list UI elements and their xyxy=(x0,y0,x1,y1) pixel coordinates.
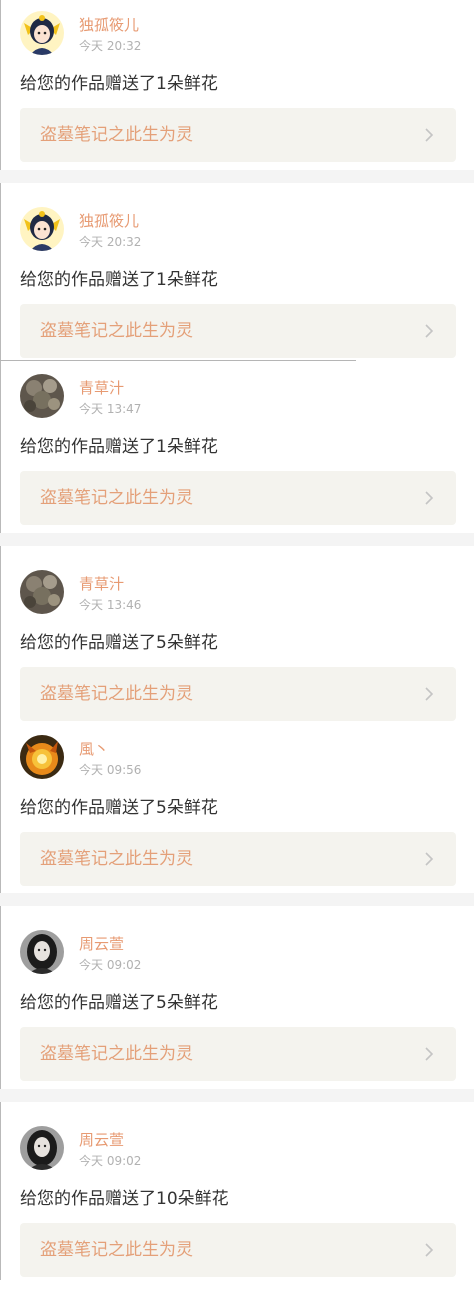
timestamp: 今天 20:32 xyxy=(79,235,142,249)
work-link-card[interactable]: 盗墓笔记之此生为灵 xyxy=(20,1027,456,1081)
work-title: 盗墓笔记之此生为灵 xyxy=(40,1044,193,1064)
notification-item: 周云萱 今天 09:02 给您的作品赠送了5朵鲜花 盗墓笔记之此生为灵 xyxy=(0,925,474,1105)
dark-girl-photo-avatar-icon xyxy=(20,1126,64,1170)
flower-photo-avatar-icon xyxy=(20,374,64,418)
timestamp: 今天 20:32 xyxy=(79,39,142,53)
chevron-right-icon xyxy=(425,687,434,701)
timestamp: 今天 13:46 xyxy=(79,598,142,612)
notification-item: 青草汁 今天 13:47 给您的作品赠送了1朵鲜花 盗墓笔记之此生为灵 xyxy=(0,369,474,549)
gift-message: 给您的作品赠送了1朵鲜花 xyxy=(20,437,218,457)
work-title: 盗墓笔记之此生为灵 xyxy=(40,1240,193,1260)
notification-item: 独孤筱儿 今天 20:32 给您的作品赠送了1朵鲜花 盗墓笔记之此生为灵 xyxy=(0,6,474,186)
username[interactable]: 風丶 xyxy=(79,739,109,759)
work-link-card[interactable]: 盗墓笔记之此生为灵 xyxy=(20,667,456,721)
dark-girl-photo-avatar-icon xyxy=(20,930,64,974)
username[interactable]: 周云萱 xyxy=(79,934,124,954)
chevron-right-icon xyxy=(425,491,434,505)
work-link-card[interactable]: 盗墓笔记之此生为灵 xyxy=(20,1223,456,1277)
avatar[interactable] xyxy=(20,735,64,779)
timestamp: 今天 09:02 xyxy=(79,1154,142,1168)
work-link-card[interactable]: 盗墓笔记之此生为灵 xyxy=(20,832,456,886)
flower-photo-avatar-icon xyxy=(20,570,64,614)
avatar[interactable] xyxy=(20,207,64,251)
avatar[interactable] xyxy=(20,930,64,974)
gift-message: 给您的作品赠送了5朵鲜花 xyxy=(20,993,218,1013)
avatar[interactable] xyxy=(20,374,64,418)
gift-message: 给您的作品赠送了1朵鲜花 xyxy=(20,270,218,290)
username[interactable]: 独孤筱儿 xyxy=(79,211,139,231)
timestamp: 今天 13:47 xyxy=(79,402,142,416)
gift-message: 给您的作品赠送了10朵鲜花 xyxy=(20,1189,229,1209)
fire-anime-avatar-icon xyxy=(20,735,64,779)
work-link-card[interactable]: 盗墓笔记之此生为灵 xyxy=(20,471,456,525)
work-link-card[interactable]: 盗墓笔记之此生为灵 xyxy=(20,304,456,358)
cartoon-girl-avatar-icon xyxy=(20,11,64,55)
timestamp: 今天 09:56 xyxy=(79,763,142,777)
gift-message: 给您的作品赠送了5朵鲜花 xyxy=(20,633,218,653)
chevron-right-icon xyxy=(425,1047,434,1061)
notification-item: 周云萱 今天 09:02 给您的作品赠送了10朵鲜花 盗墓笔记之此生为灵 xyxy=(0,1121,474,1301)
chevron-right-icon xyxy=(425,852,434,866)
username[interactable]: 周云萱 xyxy=(79,1130,124,1150)
username[interactable]: 独孤筱儿 xyxy=(79,15,139,35)
avatar[interactable] xyxy=(20,1126,64,1170)
chevron-right-icon xyxy=(425,1243,434,1257)
work-title: 盗墓笔记之此生为灵 xyxy=(40,321,193,341)
work-link-card[interactable]: 盗墓笔记之此生为灵 xyxy=(20,108,456,162)
work-title: 盗墓笔记之此生为灵 xyxy=(40,125,193,145)
gift-message: 给您的作品赠送了1朵鲜花 xyxy=(20,74,218,94)
avatar[interactable] xyxy=(20,11,64,55)
username[interactable]: 青草汁 xyxy=(79,378,124,398)
username[interactable]: 青草汁 xyxy=(79,574,124,594)
cartoon-girl-avatar-icon xyxy=(20,207,64,251)
chevron-right-icon xyxy=(425,128,434,142)
timestamp: 今天 09:02 xyxy=(79,958,142,972)
chevron-right-icon xyxy=(425,324,434,338)
notification-item: 青草汁 今天 13:46 给您的作品赠送了5朵鲜花 盗墓笔记之此生为灵 xyxy=(0,565,474,745)
work-title: 盗墓笔记之此生为灵 xyxy=(40,684,193,704)
work-title: 盗墓笔记之此生为灵 xyxy=(40,849,193,869)
notification-item: 独孤筱儿 今天 20:32 给您的作品赠送了1朵鲜花 盗墓笔记之此生为灵 xyxy=(0,202,474,382)
avatar[interactable] xyxy=(20,570,64,614)
notification-item: 風丶 今天 09:56 给您的作品赠送了5朵鲜花 盗墓笔记之此生为灵 xyxy=(0,730,474,910)
gift-message: 给您的作品赠送了5朵鲜花 xyxy=(20,798,218,818)
work-title: 盗墓笔记之此生为灵 xyxy=(40,488,193,508)
